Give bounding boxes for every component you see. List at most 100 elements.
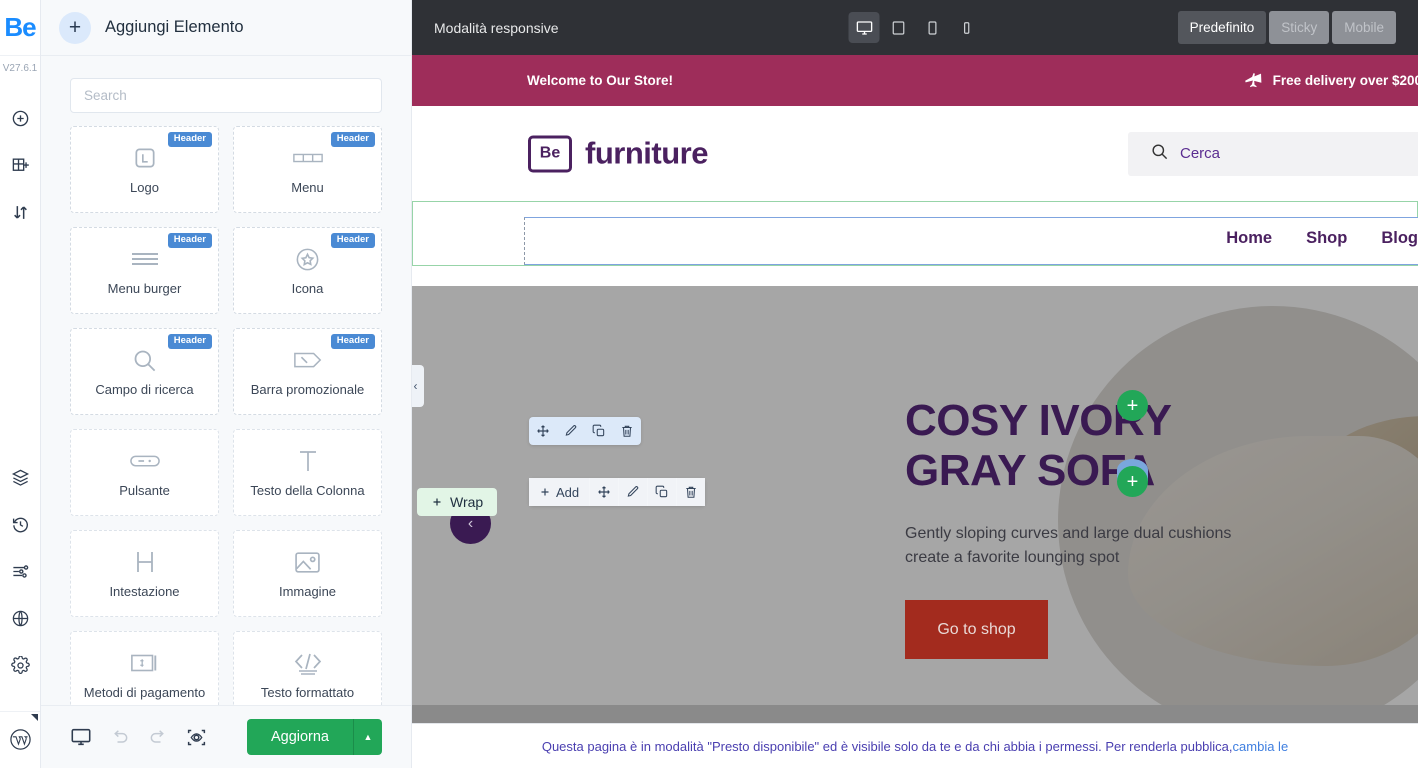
version-label: V27.6.1 — [0, 55, 40, 81]
search-icon — [131, 346, 158, 374]
nav-link-shop[interactable]: Shop — [1306, 229, 1347, 248]
element-label: Metodi di pagamento — [83, 685, 206, 700]
wordpress-menu[interactable] — [0, 711, 40, 754]
responsive-topbar: Modalità responsive Predefinito Sticky M… — [412, 0, 1418, 55]
wrap-button[interactable]: Wrap — [417, 488, 498, 516]
update-options-caret-icon[interactable]: ▲ — [353, 719, 382, 755]
monitor-icon[interactable] — [70, 726, 92, 748]
sidebar-add-button[interactable]: + — [59, 11, 91, 44]
hero-cta-button[interactable]: Go to shop — [905, 600, 1048, 659]
site-search-field[interactable]: Cerca — [1128, 131, 1418, 176]
device-mobile-button[interactable] — [951, 12, 982, 43]
brand-logo: Be — [4, 12, 36, 42]
panel-collapse-button[interactable]: ‹ — [412, 365, 424, 407]
history-icon[interactable] — [5, 509, 35, 539]
element-card-menu[interactable]: Header Menu — [233, 126, 382, 213]
element-label: Immagine — [278, 584, 337, 599]
gear-icon[interactable] — [5, 650, 35, 680]
sidebar-title: Aggiungi Elemento — [105, 18, 244, 36]
heading-h-icon — [133, 548, 157, 576]
element-card-testo-della-colonna[interactable]: Testo della Colonna — [233, 429, 382, 516]
wp-caret-icon — [31, 714, 38, 721]
status-link[interactable]: cambia le — [1233, 739, 1289, 754]
add-element-icon[interactable] — [5, 103, 35, 133]
mode-sticky-button[interactable]: Sticky — [1269, 11, 1330, 44]
promo-welcome-text: Welcome to Our Store! — [527, 73, 674, 88]
element-card-icona[interactable]: Header Icona — [233, 227, 382, 314]
element-label: Menu — [291, 180, 324, 195]
element-card-campo-di-ricerca[interactable]: Header Campo di ricerca — [70, 328, 219, 415]
nav-link-home[interactable]: Home — [1226, 229, 1272, 248]
element-card-menu-burger[interactable]: Header Menu burger — [70, 227, 219, 314]
element-card-immagine[interactable]: Immagine — [233, 530, 382, 617]
badge-header: Header — [167, 132, 212, 147]
badge-header: Header — [330, 233, 375, 248]
site-nav: Home Shop Blog — [1226, 229, 1418, 248]
mode-predefinito-button[interactable]: Predefinito — [1177, 11, 1267, 44]
element-label: Logo — [130, 180, 159, 195]
edit-pencil-icon[interactable] — [619, 478, 648, 506]
search-input[interactable] — [70, 78, 382, 113]
hero-copy: COSY IVORY GRAY SOFA Gently sloping curv… — [905, 396, 1305, 659]
status-message: Questa pagina è in modalità "Presto disp… — [541, 738, 1233, 754]
element-card-pulsante[interactable]: Pulsante — [70, 429, 219, 516]
hero-subtitle: Gently sloping curves and large dual cus… — [905, 522, 1305, 570]
redo-icon[interactable] — [148, 727, 168, 747]
add-section-icon[interactable] — [5, 150, 35, 180]
wrap-button-label: Wrap — [450, 494, 484, 510]
mode-mobile-button[interactable]: Mobile — [1332, 11, 1396, 44]
sidebar-footer-toolbar: Aggiorna ▲ — [41, 705, 411, 768]
device-laptop-button[interactable] — [883, 12, 914, 43]
move-icon[interactable] — [590, 478, 619, 506]
preview-canvas: Modalità responsive Predefinito Sticky M… — [412, 0, 1418, 768]
element-card-barra-promozionale[interactable]: Header Barra promozionale — [233, 328, 382, 415]
badge-header: Header — [167, 334, 212, 349]
image-icon — [294, 548, 321, 576]
element-label: Testo formattato — [260, 685, 355, 700]
element-card-metodi-di-pagamento[interactable]: Metodi di pagamento — [70, 631, 219, 705]
hero-title-line1: COSY IVORY — [905, 396, 1172, 445]
elements-scroll-area[interactable]: Header Logo Header Menu Header Menu burg… — [41, 126, 411, 705]
duplicate-icon[interactable] — [585, 417, 613, 445]
settings-sliders-icon[interactable] — [5, 556, 35, 586]
move-icon[interactable] — [529, 417, 557, 445]
logo-icon — [132, 144, 158, 172]
nav-link-blog[interactable]: Blog — [1381, 229, 1418, 248]
element-card-intestazione[interactable]: Intestazione — [70, 530, 219, 617]
preview-eye-icon[interactable] — [186, 727, 207, 748]
hero-title-line2: GRAY SOFA — [905, 446, 1155, 495]
editor-app: Be V27.6.1 + Aggiungi Elemento Search He… — [0, 0, 1418, 768]
add-section-button-top[interactable]: + — [1117, 390, 1148, 421]
element-card-testo-formattato[interactable]: Testo formattato — [233, 631, 382, 705]
code-icon — [293, 649, 323, 677]
update-button-group: Aggiorna ▲ — [246, 719, 382, 755]
delete-icon[interactable] — [677, 478, 706, 506]
burger-icon — [130, 245, 160, 273]
badge-header: Header — [330, 334, 375, 349]
airplane-icon — [1243, 70, 1264, 91]
reorder-icon[interactable] — [5, 197, 35, 227]
add-button[interactable]: Add — [529, 478, 590, 506]
element-label: Testo della Colonna — [250, 483, 365, 498]
left-icon-rail: Be V27.6.1 — [0, 0, 41, 768]
layers-icon[interactable] — [5, 462, 35, 492]
edit-pencil-icon[interactable] — [557, 417, 585, 445]
sidebar-header: + Aggiungi Elemento — [41, 0, 411, 56]
promo-bar[interactable]: Welcome to Our Store! Free delivery over… — [412, 55, 1418, 106]
update-button[interactable]: Aggiorna — [246, 719, 353, 755]
element-card-logo[interactable]: Header Logo — [70, 126, 219, 213]
tag-percent-icon — [293, 346, 323, 374]
site-logo[interactable]: Be furniture — [528, 135, 708, 172]
wordpress-icon[interactable] — [5, 724, 35, 754]
delete-icon[interactable] — [613, 417, 641, 445]
element-toolbar — [529, 417, 641, 445]
device-tablet-button[interactable] — [917, 12, 948, 43]
search-placeholder: Cerca — [1180, 145, 1221, 162]
duplicate-icon[interactable] — [648, 478, 677, 506]
globe-icon[interactable] — [5, 603, 35, 633]
element-label: Pulsante — [119, 483, 170, 498]
undo-icon[interactable] — [110, 727, 130, 747]
device-desktop-button[interactable] — [848, 12, 880, 43]
add-section-button-bottom[interactable]: + — [1117, 466, 1148, 497]
logo-mark: Be — [528, 135, 572, 172]
